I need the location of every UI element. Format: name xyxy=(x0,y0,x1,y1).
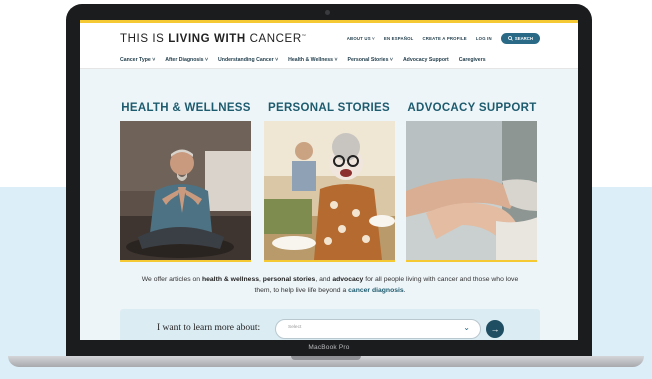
util-link-log-in[interactable]: LOG IN xyxy=(476,36,492,41)
search-button-label: SEARCH xyxy=(514,36,533,41)
blurb-text-1: We offer articles on xyxy=(141,276,202,283)
main-nav: Cancer Type ˅ After Diagnosis ˅ Understa… xyxy=(120,57,486,63)
device-model-label: MacBook Pro xyxy=(308,344,350,351)
column-title-personal-stories[interactable]: PERSONAL STORIES xyxy=(263,102,395,114)
nav-item-cancer-type[interactable]: Cancer Type ˅ xyxy=(120,57,155,63)
nav-item-advocacy-support[interactable]: Advocacy Support xyxy=(403,57,449,63)
learn-more-label: I want to learn more about: xyxy=(157,323,261,333)
chevron-down-icon: ⌄ xyxy=(463,323,470,332)
laptop-base-notch xyxy=(291,356,361,360)
blurb-link-cancer-diagnosis[interactable]: cancer diagnosis xyxy=(348,287,404,294)
blurb-bold-advocacy: advocacy xyxy=(332,276,364,283)
laptop: THIS IS LIVING WITH CANCER™ ABOUT US ˅ E… xyxy=(66,4,592,360)
logo-text-pre: THIS IS xyxy=(120,33,169,45)
nav-item-caregivers[interactable]: Caregivers xyxy=(459,57,486,63)
nav-item-after-diagnosis[interactable]: After Diagnosis ˅ xyxy=(165,57,208,63)
photo-personal-stories[interactable] xyxy=(264,121,395,262)
blurb-text-3: , and xyxy=(315,276,333,283)
site-logo[interactable]: THIS IS LIVING WITH CANCER™ xyxy=(120,33,306,45)
photo-health-wellness[interactable] xyxy=(120,121,251,262)
column-title-advocacy-support[interactable]: ADVOCACY SUPPORT xyxy=(406,102,538,114)
nav-item-health-wellness[interactable]: Health & Wellness ˅ xyxy=(288,57,337,63)
nav-item-understanding-cancer[interactable]: Understanding Cancer ˅ xyxy=(218,57,278,63)
column-title-health-wellness[interactable]: HEALTH & WELLNESS xyxy=(120,102,252,114)
laptop-base xyxy=(8,356,644,367)
search-icon xyxy=(507,36,513,41)
nav-item-personal-stories[interactable]: Personal Stories ˅ xyxy=(348,57,393,63)
util-link-create-profile[interactable]: CREATE A PROFILE xyxy=(423,36,467,41)
arrow-right-icon: → xyxy=(490,324,500,334)
intro-blurb: We offer articles on health & wellness , … xyxy=(140,274,520,296)
blurb-bold-health-wellness: health & wellness xyxy=(201,276,260,283)
logo-text-bold: LIVING WITH xyxy=(168,33,246,45)
util-link-en-espanol[interactable]: EN ESPAÑOL xyxy=(384,36,414,41)
topic-select-placeholder: Select xyxy=(288,325,302,330)
logo-text-post: CANCER xyxy=(245,33,302,45)
laughing-woman-illustration xyxy=(264,121,395,260)
site-top-accent-bar xyxy=(80,20,578,23)
hero-section: HEALTH & WELLNESS PERSONAL STORIES ADVOC… xyxy=(80,69,578,340)
learn-more-panel: I want to learn more about: Select ⌄ → xyxy=(120,309,540,340)
util-link-about-us[interactable]: ABOUT US ˅ xyxy=(347,36,375,41)
holding-hands-illustration xyxy=(406,121,537,260)
laptop-screen: THIS IS LIVING WITH CANCER™ ABOUT US ˅ E… xyxy=(80,20,578,340)
meditating-man-illustration xyxy=(120,121,251,260)
blurb-text-5: . xyxy=(403,287,406,294)
topic-select[interactable]: Select ⌄ xyxy=(275,319,481,339)
photo-advocacy-support[interactable] xyxy=(406,121,537,262)
utility-nav: ABOUT US ˅ EN ESPAÑOL CREATE A PROFILE L… xyxy=(347,33,540,44)
blurb-bold-personal-stories: personal stories xyxy=(262,276,316,283)
search-button[interactable]: SEARCH xyxy=(500,33,540,44)
camera-dot xyxy=(325,10,330,15)
logo-trademark: ™ xyxy=(301,33,307,39)
go-button[interactable]: → xyxy=(486,320,504,338)
